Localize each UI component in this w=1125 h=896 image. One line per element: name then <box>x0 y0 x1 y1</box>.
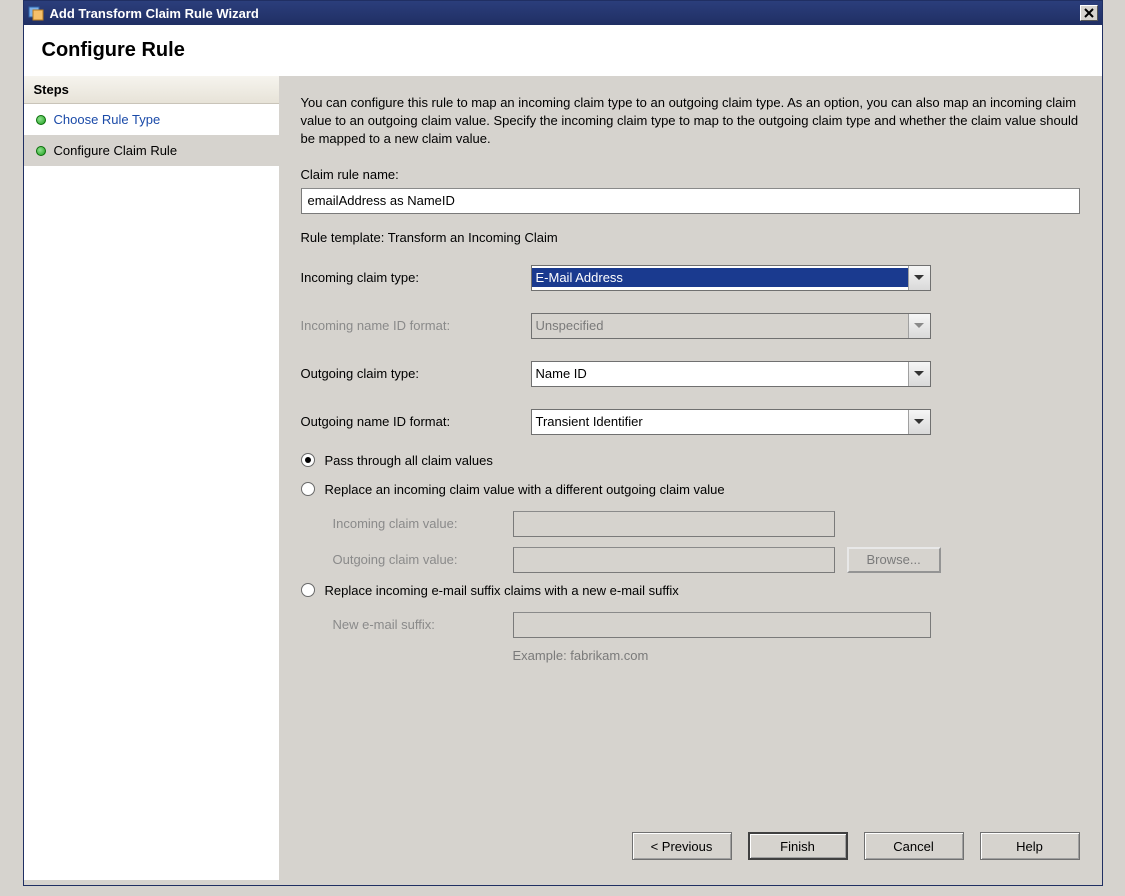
close-button[interactable] <box>1080 5 1098 21</box>
chevron-down-icon[interactable] <box>908 362 930 386</box>
claim-rule-name-input[interactable] <box>301 188 1080 214</box>
radio-icon <box>301 453 315 467</box>
previous-button[interactable]: < Previous <box>632 832 732 860</box>
sidebar: Steps Choose Rule Type Configure Claim R… <box>24 76 279 880</box>
app-icon <box>28 5 44 21</box>
description-text: You can configure this rule to map an in… <box>301 94 1080 149</box>
step-label: Choose Rule Type <box>54 112 161 127</box>
combo-value: Name ID <box>532 364 908 383</box>
new-email-suffix-label: New e-mail suffix: <box>333 617 513 632</box>
chevron-down-icon <box>908 314 930 338</box>
radio-label: Replace incoming e-mail suffix claims wi… <box>325 583 679 598</box>
chevron-down-icon[interactable] <box>908 266 930 290</box>
new-email-suffix-input <box>513 612 931 638</box>
step-configure-claim-rule[interactable]: Configure Claim Rule <box>24 135 279 166</box>
claim-rule-name-label: Claim rule name: <box>301 167 531 182</box>
cancel-button[interactable]: Cancel <box>864 832 964 860</box>
combo-value: Unspecified <box>532 316 908 335</box>
finish-button[interactable]: Finish <box>748 832 848 860</box>
help-button[interactable]: Help <box>980 832 1080 860</box>
outgoing-claim-value-label: Outgoing claim value: <box>333 552 513 567</box>
radio-pass-through[interactable]: Pass through all claim values <box>301 453 1080 468</box>
step-choose-rule-type[interactable]: Choose Rule Type <box>24 104 279 135</box>
chevron-down-icon[interactable] <box>908 410 930 434</box>
radio-label: Pass through all claim values <box>325 453 493 468</box>
step-dot-icon <box>36 115 46 125</box>
page-title: Configure Rule <box>24 25 1102 76</box>
combo-value: E-Mail Address <box>532 268 908 287</box>
outgoing-claim-value-input <box>513 547 835 573</box>
radio-label: Replace an incoming claim value with a d… <box>325 482 725 497</box>
wizard-window: Add Transform Claim Rule Wizard Configur… <box>23 0 1103 886</box>
outgoing-name-id-label: Outgoing name ID format: <box>301 414 531 429</box>
outgoing-claim-type-label: Outgoing claim type: <box>301 366 531 381</box>
incoming-claim-value-input <box>513 511 835 537</box>
titlebar: Add Transform Claim Rule Wizard <box>24 1 1102 25</box>
radio-replace-suffix[interactable]: Replace incoming e-mail suffix claims wi… <box>301 583 1080 598</box>
main-panel: You can configure this rule to map an in… <box>279 76 1102 880</box>
incoming-claim-type-label: Incoming claim type: <box>301 270 531 285</box>
incoming-name-id-combo: Unspecified <box>531 313 931 339</box>
incoming-name-id-label: Incoming name ID format: <box>301 318 531 333</box>
button-bar: < Previous Finish Cancel Help <box>622 820 1090 872</box>
incoming-claim-value-label: Incoming claim value: <box>333 516 513 531</box>
outgoing-claim-type-combo[interactable]: Name ID <box>531 361 931 387</box>
combo-value: Transient Identifier <box>532 412 908 431</box>
step-dot-icon <box>36 146 46 156</box>
example-text: Example: fabrikam.com <box>513 648 1080 663</box>
outgoing-name-id-combo[interactable]: Transient Identifier <box>531 409 931 435</box>
window-title: Add Transform Claim Rule Wizard <box>50 6 1080 21</box>
incoming-claim-type-combo[interactable]: E-Mail Address <box>531 265 931 291</box>
radio-icon <box>301 482 315 496</box>
radio-replace-value[interactable]: Replace an incoming claim value with a d… <box>301 482 1080 497</box>
rule-template-text: Rule template: Transform an Incoming Cla… <box>301 230 1080 245</box>
sidebar-header: Steps <box>24 76 279 104</box>
browse-button: Browse... <box>847 547 941 573</box>
radio-icon <box>301 583 315 597</box>
step-label: Configure Claim Rule <box>54 143 178 158</box>
